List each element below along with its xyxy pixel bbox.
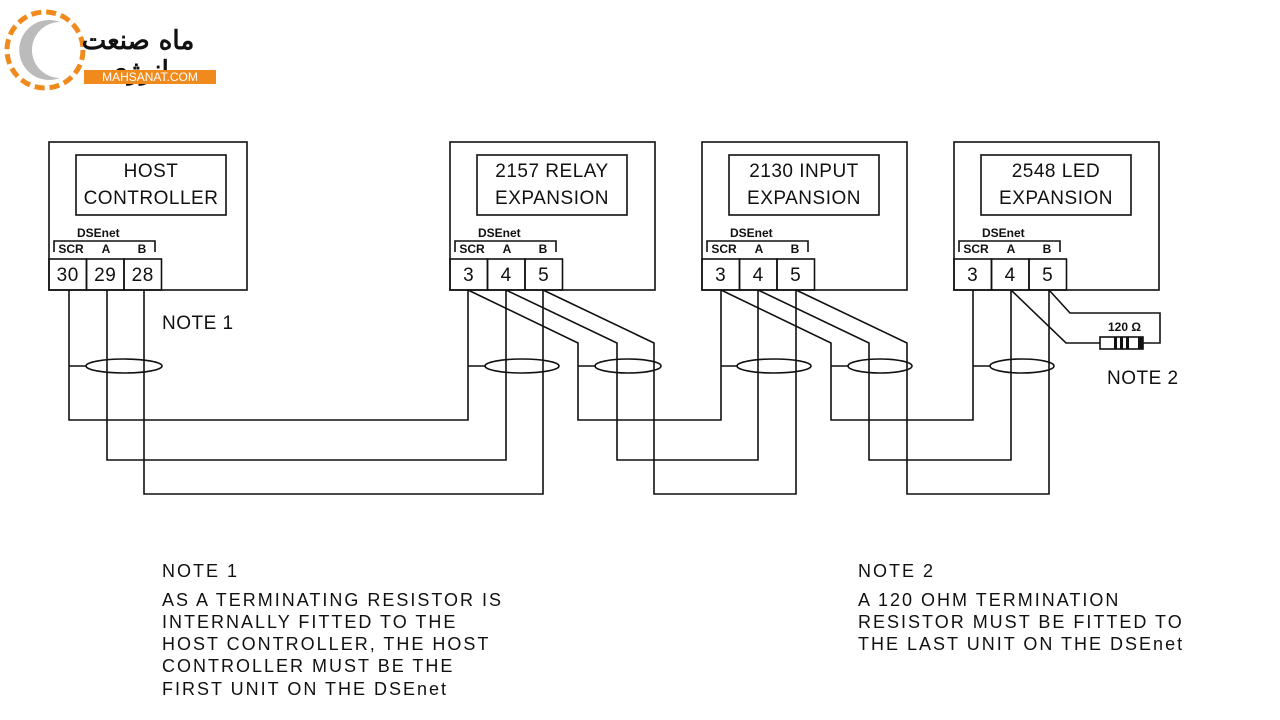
terminal-number: 5 [1042, 265, 1053, 286]
module-title: EXPANSION [495, 188, 609, 209]
terminal-label: A [755, 242, 764, 256]
terminal-number: 5 [790, 265, 801, 286]
terminal-label: B [138, 242, 147, 256]
bus-label: DSEnet [77, 226, 120, 240]
terminal-label: A [1007, 242, 1016, 256]
terminal-label: SCR [58, 242, 84, 256]
note2-line: A 120 OHM TERMINATION [858, 590, 1120, 610]
terminal-number: 29 [94, 265, 116, 286]
module-title: EXPANSION [999, 188, 1113, 209]
terminal-number: 3 [715, 265, 726, 286]
module-title: EXPANSION [747, 188, 861, 209]
terminal-number: 5 [538, 265, 549, 286]
terminal-label: A [102, 242, 111, 256]
terminal-label: SCR [711, 242, 737, 256]
terminal-label: SCR [963, 242, 989, 256]
resistor-icon [1099, 336, 1144, 350]
bus-label: DSEnet [478, 226, 521, 240]
module-0: HOST CONTROLLER DSEnet 30 SCR 29 A 28 B [48, 141, 248, 291]
note1-line: AS A TERMINATING RESISTOR IS [162, 590, 503, 610]
note1-block: NOTE 1 AS A TERMINATING RESISTOR IS INTE… [162, 561, 503, 699]
note2-line: THE LAST UNIT ON THE DSEnet [858, 634, 1184, 654]
note1-line: CONTROLLER MUST BE THE [162, 656, 454, 676]
note1-line: INTERNALLY FITTED TO THE [162, 612, 457, 632]
terminal-label: B [539, 242, 548, 256]
module-1: 2157 RELAY EXPANSION DSEnet 3 SCR 4 A 5 B [449, 141, 656, 291]
module-title: 2157 RELAY [495, 161, 608, 182]
note1-marker: NOTE 1 [162, 313, 234, 334]
bus-label: DSEnet [730, 226, 773, 240]
terminal-number: 4 [501, 265, 512, 286]
note2-title: NOTE 2 [858, 561, 935, 581]
note2-line: RESISTOR MUST BE FITTED TO [858, 612, 1184, 632]
terminal-number: 30 [57, 265, 79, 286]
module-2: 2130 INPUT EXPANSION DSEnet 3 SCR 4 A 5 B [701, 141, 908, 291]
terminal-number: 4 [753, 265, 764, 286]
module-title: 2130 INPUT [749, 161, 859, 182]
note1-line: FIRST UNIT ON THE DSEnet [162, 679, 448, 699]
note2-block: NOTE 2 A 120 OHM TERMINATION RESISTOR MU… [858, 561, 1184, 654]
note2-marker: NOTE 2 [1107, 368, 1179, 389]
terminal-label: B [1043, 242, 1052, 256]
bus-label: DSEnet [982, 226, 1025, 240]
module-3: 2548 LED EXPANSION DSEnet 3 SCR 4 A 5 B [953, 141, 1160, 291]
module-title: HOST [124, 161, 179, 182]
resistor-label: 120 Ω [1108, 320, 1141, 334]
terminal-number: 3 [967, 265, 978, 286]
note1-line: HOST CONTROLLER, THE HOST [162, 634, 490, 654]
terminal-label: B [791, 242, 800, 256]
terminal-number: 4 [1005, 265, 1016, 286]
wiring-diagram: HOSTCONTROLLERDSEnet30SCR29A28B2157 RELA… [48, 141, 1184, 699]
terminal-number: 3 [463, 265, 474, 286]
module-title: 2548 LED [1012, 161, 1101, 182]
terminal-number: 28 [132, 265, 154, 286]
terminal-label: SCR [459, 242, 485, 256]
note1-title: NOTE 1 [162, 561, 239, 581]
terminal-label: A [503, 242, 512, 256]
module-title: CONTROLLER [84, 188, 219, 209]
